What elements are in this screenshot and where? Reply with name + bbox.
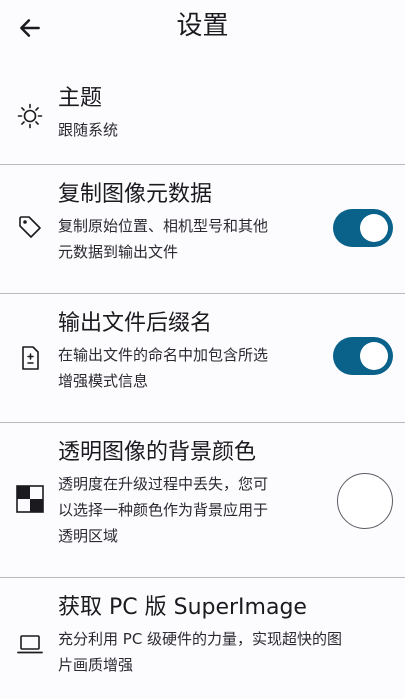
setting-desc-line: 充分利用 PC 级硬件的力量，实现超快的图 [58, 630, 343, 648]
setting-desc: 在输出文件的命名中加包含所选 增强模式信息 [58, 342, 268, 394]
setting-desc: 跟随系统 [58, 121, 119, 139]
background-color-swatch[interactable] [337, 473, 393, 529]
setting-label: 获取 PC 版 SuperImage [58, 595, 307, 620]
setting-get-pc-version[interactable]: 获取 PC 版 SuperImage 充分利用 PC 级硬件的力量，实现超快的图… [0, 578, 405, 698]
setting-desc-line: 以选择一种颜色作为背景应用于 [58, 501, 269, 519]
setting-get-pc-version-text: 获取 PC 版 SuperImage 充分利用 PC 级硬件的力量，实现超快的图… [58, 592, 342, 678]
setting-output-suffix-text: 输出文件后缀名 在输出文件的命名中加包含所选 增强模式信息 [58, 308, 268, 394]
output-suffix-toggle[interactable] [333, 337, 393, 375]
setting-copy-metadata-text: 复制图像元数据 复制原始位置、相机型号和其他 元数据到输出文件 [58, 179, 268, 265]
setting-theme-text: 主题 跟随系统 [58, 83, 118, 143]
toggle-thumb [360, 214, 388, 242]
setting-desc-line: 复制原始位置、相机型号和其他 [58, 217, 269, 235]
sun-icon [16, 102, 44, 130]
laptop-icon [16, 630, 44, 658]
setting-theme[interactable]: 主题 跟随系统 [0, 69, 405, 165]
setting-desc-line: 片画质增强 [58, 656, 134, 674]
setting-desc: 透明度在升级过程中丢失，您可 以选择一种颜色作为背景应用于 透明区域 [58, 471, 268, 549]
setting-desc-line: 增强模式信息 [58, 372, 149, 390]
setting-label: 主题 [58, 86, 103, 111]
tag-icon [16, 213, 44, 241]
checkerboard-icon [16, 485, 44, 513]
setting-desc: 充分利用 PC 级硬件的力量，实现超快的图 片画质增强 [58, 626, 342, 678]
copy-metadata-toggle[interactable] [333, 209, 393, 247]
setting-desc-line: 元数据到输出文件 [58, 243, 179, 261]
setting-label: 透明图像的背景颜色 [58, 440, 257, 465]
page-title: 设置 [176, 11, 229, 41]
setting-output-suffix[interactable]: 输出文件后缀名 在输出文件的命名中加包含所选 增强模式信息 [0, 294, 405, 423]
setting-label: 复制图像元数据 [58, 182, 213, 207]
setting-transparent-bg-color-text: 透明图像的背景颜色 透明度在升级过程中丢失，您可 以选择一种颜色作为背景应用于 … [58, 437, 268, 549]
file-plus-minus-icon [16, 344, 44, 372]
setting-desc: 复制原始位置、相机型号和其他 元数据到输出文件 [58, 213, 268, 265]
setting-desc-line: 透明度在升级过程中丢失，您可 [58, 475, 269, 493]
setting-copy-metadata[interactable]: 复制图像元数据 复制原始位置、相机型号和其他 元数据到输出文件 [0, 165, 405, 294]
toggle-thumb [360, 342, 388, 370]
setting-transparent-bg-color[interactable]: 透明图像的背景颜色 透明度在升级过程中丢失，您可 以选择一种颜色作为背景应用于 … [0, 423, 405, 578]
setting-desc-line: 透明区域 [58, 527, 119, 545]
settings-list: 主题 跟随系统 复制图像元数据 复制原始位置、相机型号和其他 元数据到输出文件 [0, 69, 405, 698]
app-bar: 设置 [0, 0, 405, 56]
setting-label: 输出文件后缀名 [58, 311, 213, 336]
setting-desc-line: 在输出文件的命名中加包含所选 [58, 346, 269, 364]
